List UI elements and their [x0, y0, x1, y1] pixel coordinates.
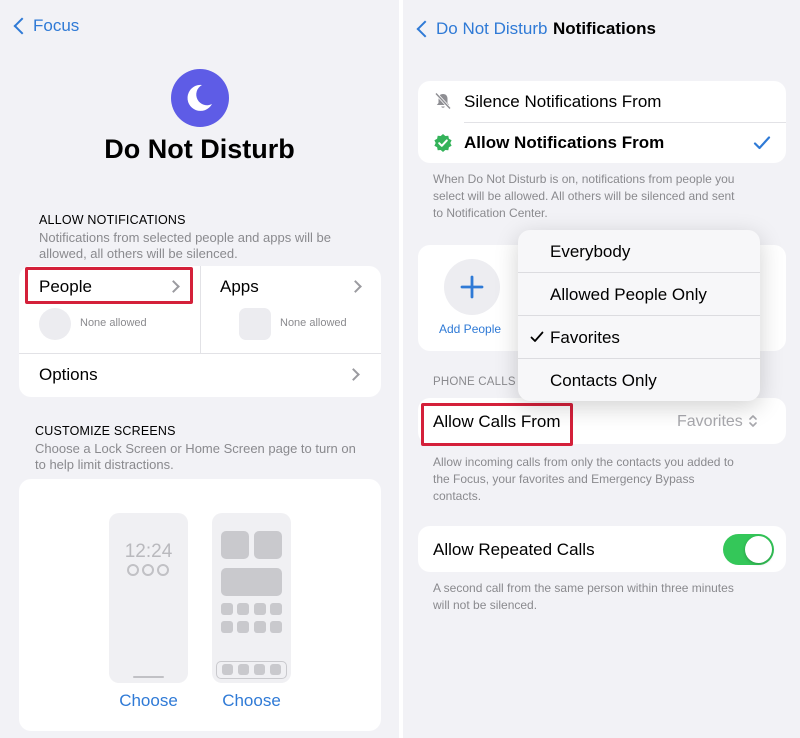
moon-icon	[187, 84, 212, 111]
dropdown-item-label: Allowed People Only	[550, 285, 707, 304]
checkmark-seal-icon	[434, 134, 452, 152]
lock-screen-time: 12:24	[124, 541, 173, 562]
back-chevron-icon	[416, 20, 434, 38]
home-indicator	[133, 676, 164, 678]
allow-notifications-header: ALLOW NOTIFICATIONS	[39, 213, 186, 227]
options-row[interactable]: Options	[19, 354, 381, 397]
customize-screens-header: CUSTOMIZE SCREENS	[35, 424, 176, 438]
allow-calls-dropdown: Everybody Allowed People Only Favorites …	[518, 230, 760, 401]
chevron-right-icon	[347, 368, 360, 381]
lock-screen-preview[interactable]: 12:24	[109, 513, 188, 683]
add-people-circle	[444, 259, 500, 315]
checkmark-icon	[530, 331, 544, 342]
chevron-right-icon	[349, 280, 362, 293]
allow-notifications-desc-1: Notifications from selected people and a…	[39, 230, 331, 245]
calls-description-1: Allow incoming calls from only the conta…	[433, 455, 734, 469]
allow-label: Allow Notifications From	[464, 133, 665, 152]
repeated-calls-toggle[interactable]	[723, 534, 774, 565]
calls-description-3: contacts.	[433, 489, 482, 503]
silence-label: Silence Notifications From	[464, 92, 662, 111]
mode-description-1: When Do Not Disturb is on, notifications…	[433, 172, 735, 186]
lock-widget-ring	[157, 564, 169, 576]
plus-icon	[460, 275, 484, 299]
page-title: Do Not Disturb	[104, 134, 295, 164]
page-title: Notifications	[553, 19, 656, 38]
toggle-knob	[745, 536, 772, 563]
back-button[interactable]: Do Not Disturb	[413, 17, 553, 43]
app-icon-placeholder	[239, 308, 271, 340]
dropdown-item-label: Favorites	[550, 328, 620, 347]
allow-notifications-desc-2: allowed, all others will be silenced.	[39, 246, 238, 261]
back-button[interactable]: Focus	[10, 14, 90, 40]
dropdown-item-favorites[interactable]: Favorites	[518, 316, 760, 358]
apps-value: None allowed	[280, 317, 347, 329]
customize-desc-1: Choose a Lock Screen or Home Screen page…	[35, 441, 356, 456]
up-down-chevron-icon	[749, 415, 757, 427]
repeated-calls-card: Allow Repeated Calls	[418, 526, 786, 572]
back-label: Focus	[33, 16, 80, 35]
apps-label: Apps	[220, 277, 259, 296]
mode-description-2: select will be allowed. All others will …	[433, 189, 735, 203]
dropdown-item-allowed-people-only[interactable]: Allowed People Only	[518, 273, 760, 315]
focus-icon	[171, 69, 229, 127]
choose-home-screen-button[interactable]: Choose	[212, 691, 291, 711]
customize-screens-card: 12:24 Choose Choose	[19, 479, 381, 731]
allow-calls-value: Favorites	[677, 413, 743, 430]
mode-description-3: to Notification Center.	[433, 206, 548, 220]
dropdown-item-label: Contacts Only	[550, 371, 657, 390]
dropdown-item-everybody[interactable]: Everybody	[518, 230, 760, 272]
people-highlight-box	[25, 267, 193, 304]
app-icon-grid	[221, 603, 282, 635]
home-screen-preview[interactable]	[212, 513, 291, 683]
notification-mode-card: Silence Notifications From Allow Notific…	[418, 81, 786, 163]
home-widget-wide	[221, 568, 282, 596]
add-people-label: Add People	[439, 322, 502, 336]
repeated-description-2: will not be silenced.	[433, 598, 538, 612]
dropdown-item-contacts-only[interactable]: Contacts Only	[518, 359, 760, 401]
add-people-button[interactable]: Add People	[433, 259, 513, 341]
lock-widget-ring	[127, 564, 139, 576]
dock	[216, 661, 287, 679]
allow-notifications-option[interactable]: Allow Notifications From	[418, 123, 786, 163]
repeated-calls-label: Allow Repeated Calls	[433, 540, 595, 559]
notifications-settings-screen: Do Not Disturb Notifications Silence Not…	[403, 0, 800, 738]
checkmark-icon	[753, 136, 771, 150]
back-label: Do Not Disturb	[436, 19, 548, 38]
silence-notifications-option[interactable]: Silence Notifications From	[418, 81, 786, 122]
people-value: None allowed	[80, 317, 147, 329]
people-avatar-placeholder	[39, 308, 71, 340]
home-widget	[221, 531, 249, 559]
bell-slash-icon	[434, 92, 452, 110]
lock-widget-ring	[142, 564, 154, 576]
repeated-description-1: A second call from the same person withi…	[433, 581, 734, 595]
focus-dnd-screen: Focus Do Not Disturb ALLOW NOTIFICATIONS…	[0, 0, 399, 738]
customize-desc-2: to help limit distractions.	[35, 457, 174, 472]
home-widget	[254, 531, 282, 559]
phone-calls-header: PHONE CALLS	[433, 376, 516, 388]
back-chevron-icon	[13, 17, 31, 35]
options-label: Options	[39, 365, 98, 384]
allow-calls-highlight-box	[421, 403, 573, 446]
dropdown-item-label: Everybody	[550, 242, 631, 261]
choose-lock-screen-button[interactable]: Choose	[109, 691, 188, 711]
calls-description-2: the Focus, your favorites and Emergency …	[433, 472, 695, 486]
apps-button[interactable]: Apps None allowed	[201, 266, 381, 352]
